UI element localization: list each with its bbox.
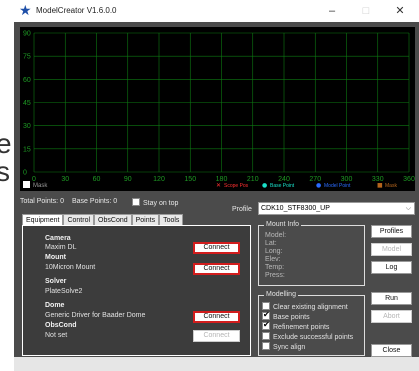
camera-value: Maxim DL xyxy=(45,244,77,251)
equipment-panel: Camera Maxim DL Connect Mount 10Micron M… xyxy=(22,225,251,356)
solver-heading: Solver xyxy=(45,278,67,285)
tab-obscond[interactable]: ObsCond xyxy=(94,214,132,225)
refinement-points-label: Refinement points xyxy=(273,324,330,331)
x-tick-label: 210 xyxy=(247,176,259,183)
x-tick-label: 150 xyxy=(184,176,196,183)
close-button[interactable]: Close xyxy=(371,344,412,357)
mount-long-label: Long: xyxy=(265,248,283,255)
abort-button[interactable]: Abort xyxy=(371,310,412,323)
obscond-connect-button[interactable]: Connect xyxy=(193,330,240,342)
dome-heading: Dome xyxy=(45,302,65,309)
solver-value: PlateSolve2 xyxy=(45,288,83,295)
log-button[interactable]: Log xyxy=(371,261,412,274)
legend-label: Model Point xyxy=(324,183,351,189)
status-strip xyxy=(14,357,419,371)
y-tick-label: 75 xyxy=(23,54,31,61)
maximize-button[interactable]: □ xyxy=(354,3,378,19)
tab-control[interactable]: Control xyxy=(63,214,95,225)
modelling-title: Modelling xyxy=(264,291,298,298)
x-tick-label: 360 xyxy=(403,176,415,183)
mount-connect-button[interactable]: Connect xyxy=(193,263,240,275)
y-tick-label: 90 xyxy=(23,31,31,38)
camera-connect-button[interactable]: Connect xyxy=(193,242,240,254)
x-tick-label: 0 xyxy=(32,176,36,183)
mask-checkbox xyxy=(23,181,30,188)
model-button[interactable]: Model xyxy=(371,243,412,256)
mount-value: 10Micron Mount xyxy=(45,264,96,271)
window-title: ModelCreator V1.6.0.0 xyxy=(36,6,117,15)
total-points-label: Total Points: 0 xyxy=(20,198,64,205)
sync-align-option[interactable]: Sync align xyxy=(262,342,305,351)
refinement-points-checkbox[interactable] xyxy=(262,320,270,330)
exclude-successful-checkbox[interactable] xyxy=(262,332,270,340)
x-tick-label: 90 xyxy=(124,176,132,183)
close-window-button[interactable]: ✕ xyxy=(388,3,412,19)
profile-select[interactable]: CDK10_STF8300_UP ⌵ xyxy=(258,202,415,215)
mount-model-label: Model: xyxy=(265,232,287,239)
clear-alignment-label: Clear existing alignment xyxy=(273,304,348,311)
dome-connect-button[interactable]: Connect xyxy=(193,311,240,323)
legend-symbol: ● xyxy=(316,182,321,189)
exclude-successful-label: Exclude successful points xyxy=(273,334,354,341)
profile-value: CDK10_STF8300_UP xyxy=(261,205,330,212)
app-window: ★ ModelCreator V1.6.0.0 – □ ✕ 0 30 60 90 120… xyxy=(14,0,419,371)
clear-alignment-checkbox[interactable] xyxy=(262,302,270,310)
mount-elev-label: Elev: xyxy=(265,256,281,263)
background-text-2: s xyxy=(0,156,10,187)
x-tick-label: 240 xyxy=(278,176,290,183)
mount-info-title: Mount Info xyxy=(264,221,302,228)
x-tick-label: 300 xyxy=(341,176,353,183)
camera-heading: Camera xyxy=(45,235,71,242)
legend-label: Mask xyxy=(385,183,397,189)
title-bar: ★ ModelCreator V1.6.0.0 – □ ✕ xyxy=(14,0,419,22)
stay-on-top-box[interactable] xyxy=(132,198,140,206)
y-tick-label: 30 xyxy=(23,123,31,130)
tab-bar: Equipment Control ObsCond Points Tools xyxy=(22,214,184,226)
sync-align-checkbox[interactable] xyxy=(262,342,270,350)
chevron-down-icon: ⌵ xyxy=(405,205,411,212)
stay-on-top-label: Stay on top xyxy=(143,200,179,207)
mount-lat-label: Lat: xyxy=(265,240,277,247)
tab-tools[interactable]: Tools xyxy=(159,214,184,225)
profile-label: Profile xyxy=(232,206,252,213)
mount-info-group: Mount Info Model: Lat: Long: Elev: Temp:… xyxy=(258,221,365,286)
legend-symbol: ■ xyxy=(377,182,383,189)
mount-temp-label: Temp: xyxy=(265,264,285,271)
base-points-label: Base Points: 0 xyxy=(72,198,118,205)
legend-label: Scope Pos xyxy=(224,183,249,189)
x-tick-label: 120 xyxy=(153,176,165,183)
modelling-group: Modelling Clear existing alignment Base … xyxy=(258,291,365,356)
base-points-checkbox[interactable] xyxy=(262,310,270,320)
y-tick-label: 60 xyxy=(23,77,31,84)
star-app-icon: ★ xyxy=(19,2,32,18)
profiles-button[interactable]: Profiles xyxy=(371,225,412,238)
sync-align-label: Sync align xyxy=(273,344,306,351)
obscond-heading: ObsCond xyxy=(45,322,77,329)
y-tick-label: 15 xyxy=(23,146,31,153)
sky-plot[interactable]: 0 30 60 90 120 150 180 210 240 270 300 330 360 90 75 60… xyxy=(20,27,415,191)
y-tick-label: 45 xyxy=(23,100,31,107)
x-tick-label: 30 xyxy=(61,176,69,183)
mount-heading: Mount xyxy=(45,254,66,261)
refinement-points-option[interactable]: Refinement points xyxy=(262,320,330,331)
sky-plot-canvas: 0 30 60 90 120 150 180 210 240 270 300 330 360907560… xyxy=(23,31,415,189)
x-tick-label: 60 xyxy=(93,176,101,183)
mount-press-label: Press: xyxy=(265,272,285,279)
background-window-edge: e s xyxy=(0,0,14,371)
obscond-value: Not set xyxy=(45,332,68,339)
exclude-successful-option[interactable]: Exclude successful points xyxy=(262,332,353,341)
dome-value: Generic Driver for Baader Dome xyxy=(45,312,146,319)
base-points-option-label: Base points xyxy=(273,314,310,321)
clear-alignment-option[interactable]: Clear existing alignment xyxy=(262,302,348,311)
tab-points[interactable]: Points xyxy=(131,214,160,225)
legend-symbol: ● xyxy=(262,182,267,189)
run-button[interactable]: Run xyxy=(371,292,412,305)
legend-symbol: ✕ xyxy=(216,182,221,189)
y-tick-label: 0 xyxy=(23,170,27,177)
legend-label: Base Point xyxy=(270,183,295,189)
stay-on-top-checkbox[interactable]: Stay on top xyxy=(132,198,178,207)
mask-checkbox-label: Mask xyxy=(33,183,48,189)
minimize-button[interactable]: – xyxy=(320,3,344,19)
